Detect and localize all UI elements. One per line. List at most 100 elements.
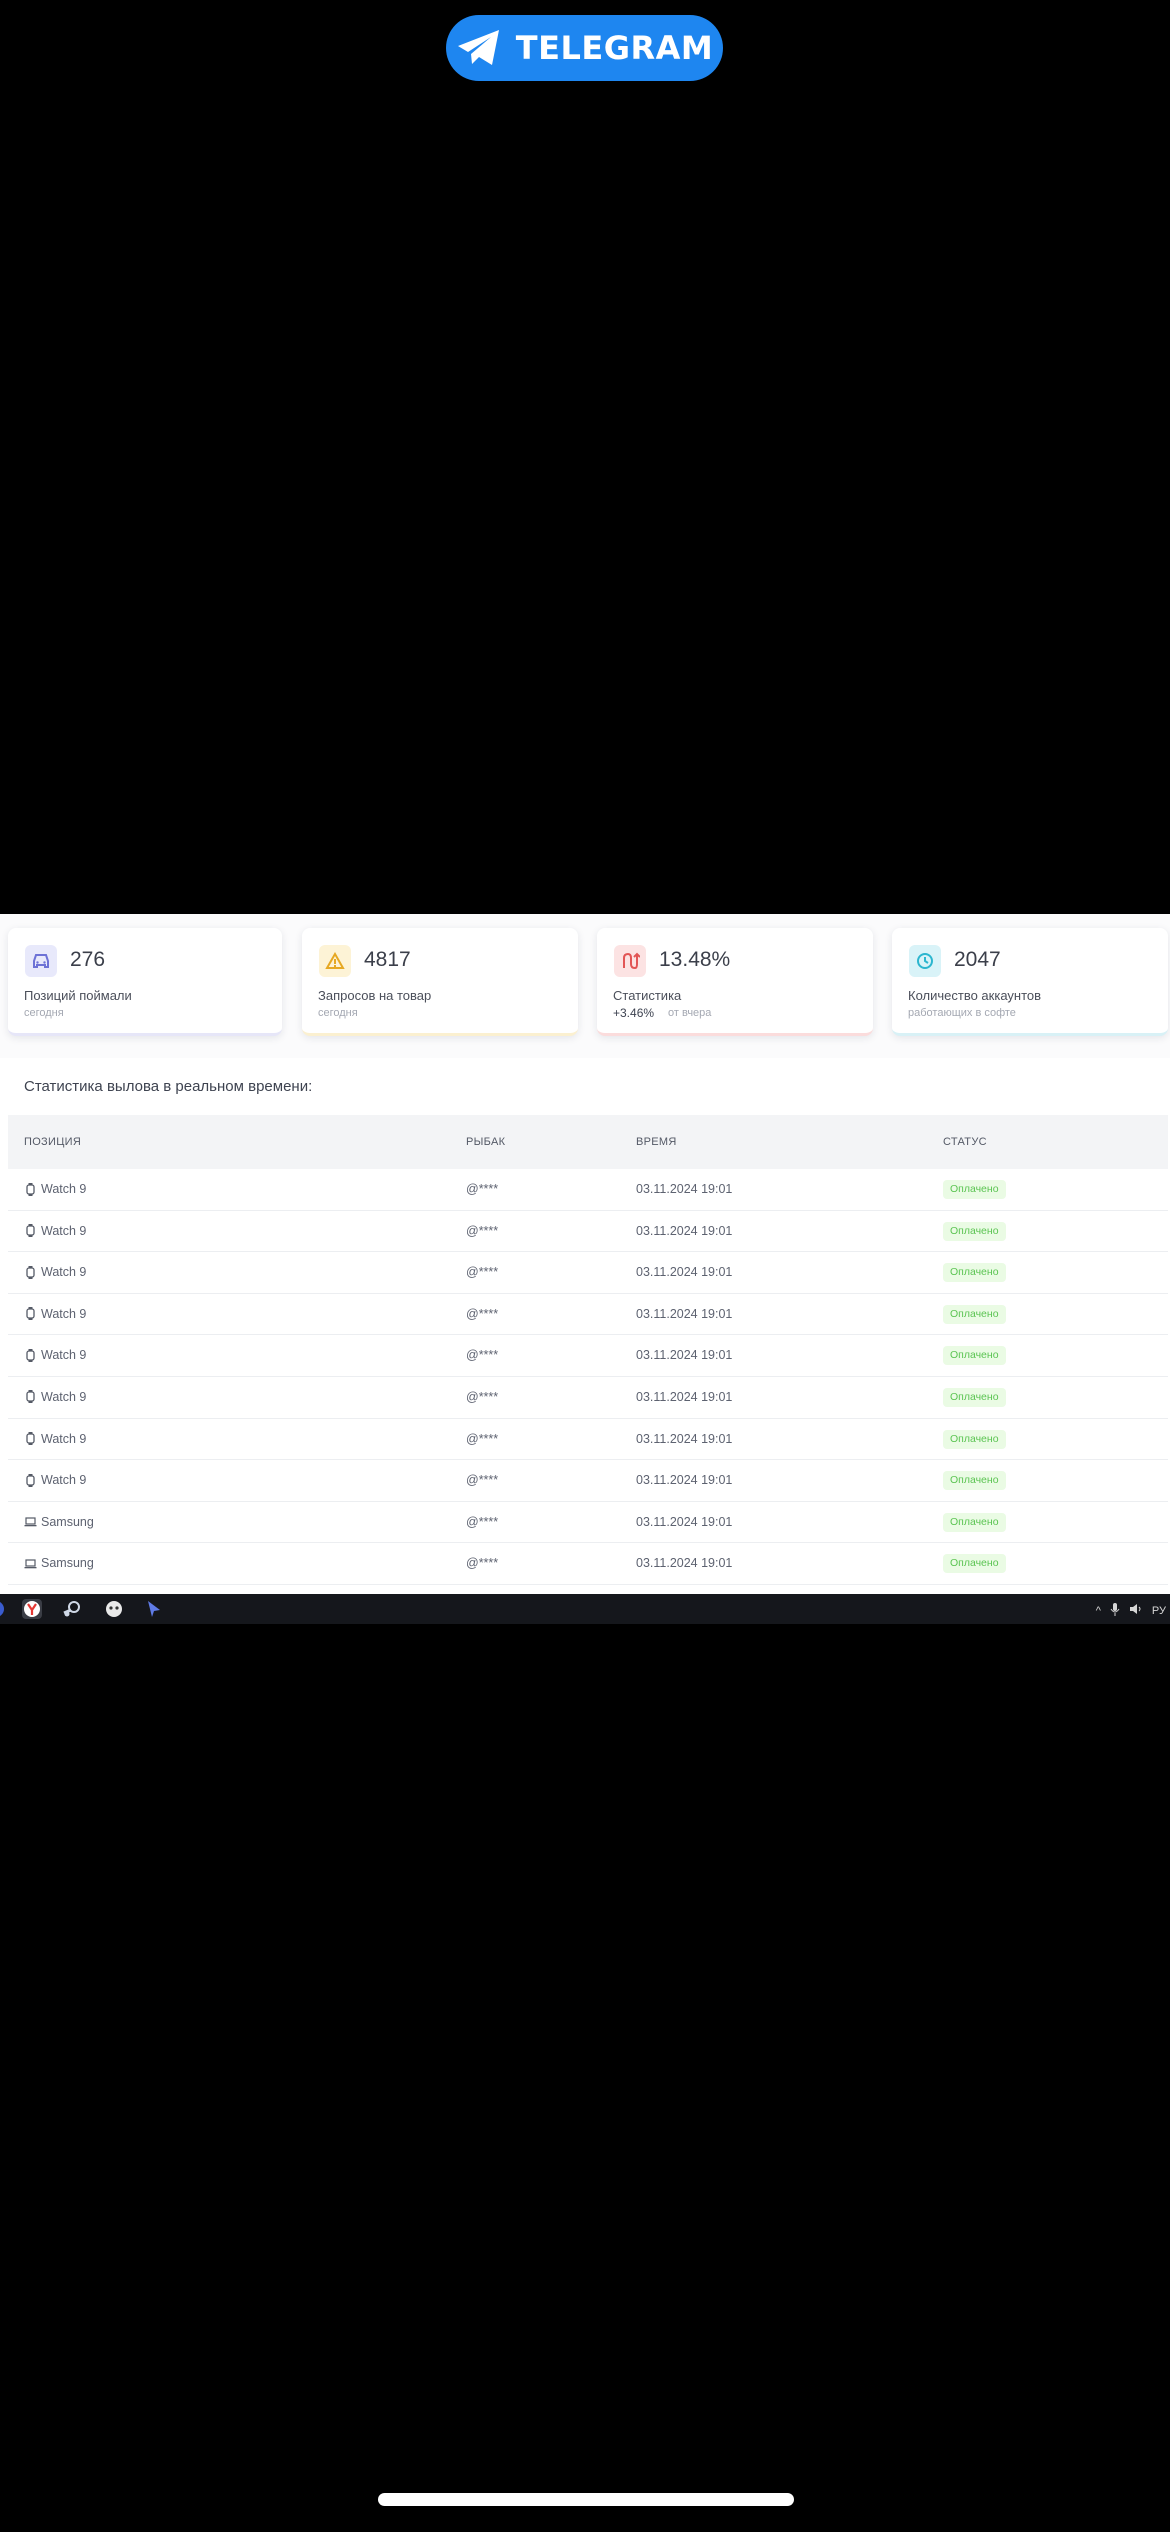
stats-cards: 276 Позиций поймали сегодня 4817 Запросо…: [0, 928, 1170, 1036]
position-label: Watch 9: [41, 1182, 87, 1196]
column-fisher[interactable]: РЫБАК: [466, 1136, 505, 1148]
stat-value: 276: [70, 948, 106, 971]
watch-icon: [24, 1432, 37, 1446]
stat-delta: +3.46%: [613, 1006, 655, 1020]
stat-value: 13.48%: [659, 948, 731, 971]
stat-sub: сегодня: [24, 1007, 64, 1019]
watch-icon: [24, 1307, 37, 1321]
cell-time: 03.11.2024 19:01: [636, 1348, 733, 1363]
cell-time: 03.11.2024 19:01: [636, 1223, 733, 1238]
status-badge: Оплачено: [943, 1471, 1006, 1491]
windows-orb-icon[interactable]: [0, 1601, 4, 1617]
cell-fisher: @****: [466, 1389, 499, 1404]
position-label: Watch 9: [41, 1348, 87, 1363]
table-row[interactable]: Watch 9 @**** 03.11.2024 19:01 Оплачено: [8, 1211, 1168, 1253]
table-row[interactable]: Watch 9 @**** 03.11.2024 19:01 Оплачено: [8, 1335, 1168, 1377]
status-badge: Оплачено: [943, 1221, 1006, 1241]
status-badge: Оплачено: [943, 1554, 1006, 1574]
table-row[interactable]: Watch 9 @**** 03.11.2024 19:01 Оплачено: [8, 1460, 1168, 1502]
catch-table-section: Статистика вылова в реальном времени: ПО…: [0, 1058, 1170, 1594]
cell-position: Watch 9: [24, 1307, 86, 1321]
table-body: Watch 9 @**** 03.11.2024 19:01 Оплачено Watc…: [8, 1169, 1168, 1585]
yandex-browser-icon[interactable]: [22, 1599, 42, 1619]
cursor-icon[interactable]: [144, 1599, 164, 1619]
stat-label: Запросов на товар: [318, 988, 432, 1003]
language-indicator[interactable]: РУ: [1152, 1605, 1166, 1617]
table-row[interactable]: Watch 9 @**** 03.11.2024 19:01 Оплачено: [8, 1419, 1168, 1461]
stat-label: Статистика: [613, 988, 682, 1003]
column-time[interactable]: ВРЕМЯ: [636, 1136, 677, 1148]
cell-fisher: @****: [466, 1348, 499, 1363]
cell-fisher: @****: [466, 1182, 499, 1196]
laptop-icon: [24, 1557, 37, 1570]
table-row[interactable]: Samsung @**** 03.11.2024 19:01 Оплачено: [8, 1543, 1168, 1585]
status-badge: Оплачено: [943, 1180, 1006, 1199]
cell-time: 03.11.2024 19:01: [636, 1389, 733, 1404]
cell-fisher: @****: [466, 1556, 499, 1571]
cell-time: 03.11.2024 19:01: [636, 1306, 733, 1321]
cell-position: Samsung: [24, 1556, 94, 1570]
column-status[interactable]: СТАТУС: [943, 1136, 987, 1148]
app-icon[interactable]: [104, 1599, 124, 1619]
telegram-label: TELEGRAM: [515, 29, 714, 67]
cell-position: Watch 9: [24, 1265, 86, 1279]
cell-fisher: @****: [466, 1473, 499, 1488]
stat-sub: сегодня: [318, 1007, 358, 1019]
system-tray: ^ РУ: [1096, 1602, 1166, 1619]
speaker-icon[interactable]: [1129, 1603, 1143, 1618]
table-row[interactable]: Watch 9 @**** 03.11.2024 19:01 Оплачено: [8, 1294, 1168, 1336]
stat-card-positions: 276 Позиций поймали сегодня: [8, 928, 282, 1036]
cell-time: 03.11.2024 19:01: [636, 1473, 733, 1488]
status-badge: Оплачено: [943, 1263, 1006, 1283]
stat-label: Количество аккаунтов: [908, 988, 1042, 1003]
status-badge: Оплачено: [943, 1346, 1006, 1366]
cell-position: Watch 9: [24, 1390, 86, 1404]
cell-time: 03.11.2024 19:01: [636, 1431, 733, 1446]
column-position[interactable]: ПОЗИЦИЯ: [24, 1136, 81, 1148]
position-label: Watch 9: [41, 1223, 87, 1238]
section-title: Статистика вылова в реальном времени:: [24, 1078, 313, 1095]
cell-position: Watch 9: [24, 1473, 86, 1487]
status-badge: Оплачено: [943, 1387, 1006, 1407]
stat-card-statistics: 13.48% Статистика +3.46% от вчера: [597, 928, 873, 1036]
table-row[interactable]: Watch 9 @**** 03.11.2024 19:01 Оплачено: [8, 1252, 1168, 1294]
status-badge: Оплачено: [943, 1429, 1006, 1449]
table-row[interactable]: Samsung @**** 03.11.2024 19:01 Оплачено: [8, 1502, 1168, 1544]
telegram-banner[interactable]: TELEGRAM: [446, 15, 723, 81]
stat-label: Позиций поймали: [24, 988, 132, 1003]
cell-position: Watch 9: [24, 1432, 86, 1446]
status-badge: Оплачено: [943, 1512, 1006, 1532]
cell-position: Watch 9: [24, 1348, 86, 1362]
cell-fisher: @****: [466, 1431, 499, 1446]
stat-card-requests: 4817 Запросов на товар сегодня: [302, 928, 578, 1036]
cell-time: 03.11.2024 19:01: [636, 1265, 733, 1280]
telegram-plane-icon: [457, 30, 499, 65]
watch-icon: [24, 1224, 37, 1238]
screen-capture: 276 Позиций поймали сегодня 4817 Запросо…: [0, 914, 1170, 1594]
position-label: Samsung: [41, 1514, 94, 1529]
cell-position: Watch 9: [24, 1182, 86, 1196]
position-label: Watch 9: [41, 1306, 87, 1321]
position-label: Watch 9: [41, 1473, 87, 1488]
steam-icon[interactable]: [62, 1599, 82, 1619]
cell-time: 03.11.2024 19:01: [636, 1514, 733, 1529]
cell-fisher: @****: [466, 1223, 499, 1238]
watch-icon: [24, 1182, 37, 1196]
cell-position: Samsung: [24, 1515, 94, 1529]
clock-icon: [909, 945, 941, 977]
table-row[interactable]: Watch 9 @**** 03.11.2024 19:01 Оплачено: [8, 1169, 1168, 1211]
chevron-up-icon[interactable]: ^: [1096, 1605, 1101, 1617]
table-row[interactable]: Watch 9 @**** 03.11.2024 19:01 Оплачено: [8, 1377, 1168, 1419]
cell-fisher: @****: [466, 1265, 499, 1280]
watch-icon: [24, 1390, 37, 1404]
position-label: Watch 9: [41, 1431, 87, 1446]
cell-fisher: @****: [466, 1514, 499, 1529]
cell-time: 03.11.2024 19:01: [636, 1556, 733, 1571]
status-badge: Оплачено: [943, 1304, 1006, 1324]
route-icon: [614, 945, 646, 977]
stat-card-accounts: 2047 Количество аккаунтов работающих в с…: [892, 928, 1168, 1036]
microphone-icon[interactable]: [1110, 1602, 1120, 1619]
cell-fisher: @****: [466, 1306, 499, 1321]
home-indicator[interactable]: [378, 2493, 794, 2506]
watch-icon: [24, 1265, 37, 1279]
